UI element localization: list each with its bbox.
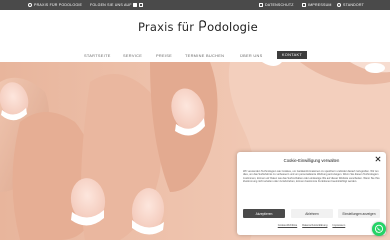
- facebook-link[interactable]: [133, 0, 137, 10]
- topbar-location[interactable]: STANDORT: [337, 0, 364, 10]
- top-bar: PRAXIS FÜR PODOLOGIE FOLGEN SIE UNS AUF …: [0, 0, 390, 10]
- cookie-dialog-title: Cookie-Einwilligung verwalten: [283, 158, 340, 163]
- cookie-dialog-text: Wir verwenden Technologien wie Cookies, …: [243, 170, 380, 184]
- topbar-follow: FOLGEN SIE UNS AUF: [90, 0, 132, 10]
- facebook-icon: [133, 3, 137, 7]
- foot-logo-icon: [199, 20, 207, 31]
- whatsapp-button[interactable]: [372, 222, 386, 236]
- imprint-link[interactable]: Impressum: [332, 224, 345, 227]
- instagram-icon: [139, 3, 143, 7]
- topbar-privacy-label: DATENSCHUTZ: [265, 3, 294, 7]
- topbar-privacy[interactable]: DATENSCHUTZ: [259, 0, 294, 10]
- topbar-imprint[interactable]: IMPRESSUM: [302, 0, 332, 10]
- nav-item-prices[interactable]: PREISE: [156, 53, 172, 58]
- topbar-practice-label: PRAXIS FÜR PODOLOGIE: [34, 3, 83, 7]
- nav-item-contact[interactable]: KONTAKT: [277, 50, 307, 59]
- topbar-location-label: STANDORT: [343, 3, 365, 7]
- cookie-dialog-links: Cookie-Richtlinie Datenschutzerklärung I…: [237, 224, 386, 227]
- nav-item-about[interactable]: ÜBER UNS: [240, 53, 263, 58]
- topbar-practice[interactable]: PRAXIS FÜR PODOLOGIE: [28, 0, 82, 10]
- privacy-policy-link[interactable]: Datenschutzerklärung: [302, 224, 327, 227]
- cookie-policy-link[interactable]: Cookie-Richtlinie: [278, 224, 297, 227]
- cookie-consent-dialog: Cookie-Einwilligung verwalten Wir verwen…: [237, 152, 386, 235]
- document-icon: [302, 3, 306, 7]
- site-logo[interactable]: Praxis für odologie: [138, 20, 258, 34]
- nav-item-service[interactable]: SERVICE: [123, 53, 142, 58]
- lock-icon: [259, 3, 263, 7]
- main-nav: STARTSEITE SERVICE PREISE TERMINE BUCHEN…: [0, 48, 390, 62]
- reject-button[interactable]: Ablehnen: [291, 209, 333, 218]
- close-icon[interactable]: [375, 156, 381, 162]
- nav-item-booking[interactable]: TERMINE BUCHEN: [185, 53, 224, 58]
- topbar-follow-label: FOLGEN SIE UNS AUF: [90, 3, 132, 7]
- accept-button[interactable]: Akzeptieren: [243, 209, 285, 218]
- logo-text-suffix: odologie: [207, 20, 258, 34]
- nav-item-home[interactable]: STARTSEITE: [84, 53, 111, 58]
- map-pin-icon: [28, 3, 32, 7]
- preferences-button[interactable]: Einstellungen anzeigen: [338, 209, 380, 218]
- location-icon: [337, 3, 341, 7]
- instagram-link[interactable]: [139, 0, 143, 10]
- whatsapp-icon: [374, 224, 384, 233]
- logo-text-prefix: Praxis für: [138, 20, 199, 34]
- topbar-imprint-label: IMPRESSUM: [308, 3, 332, 7]
